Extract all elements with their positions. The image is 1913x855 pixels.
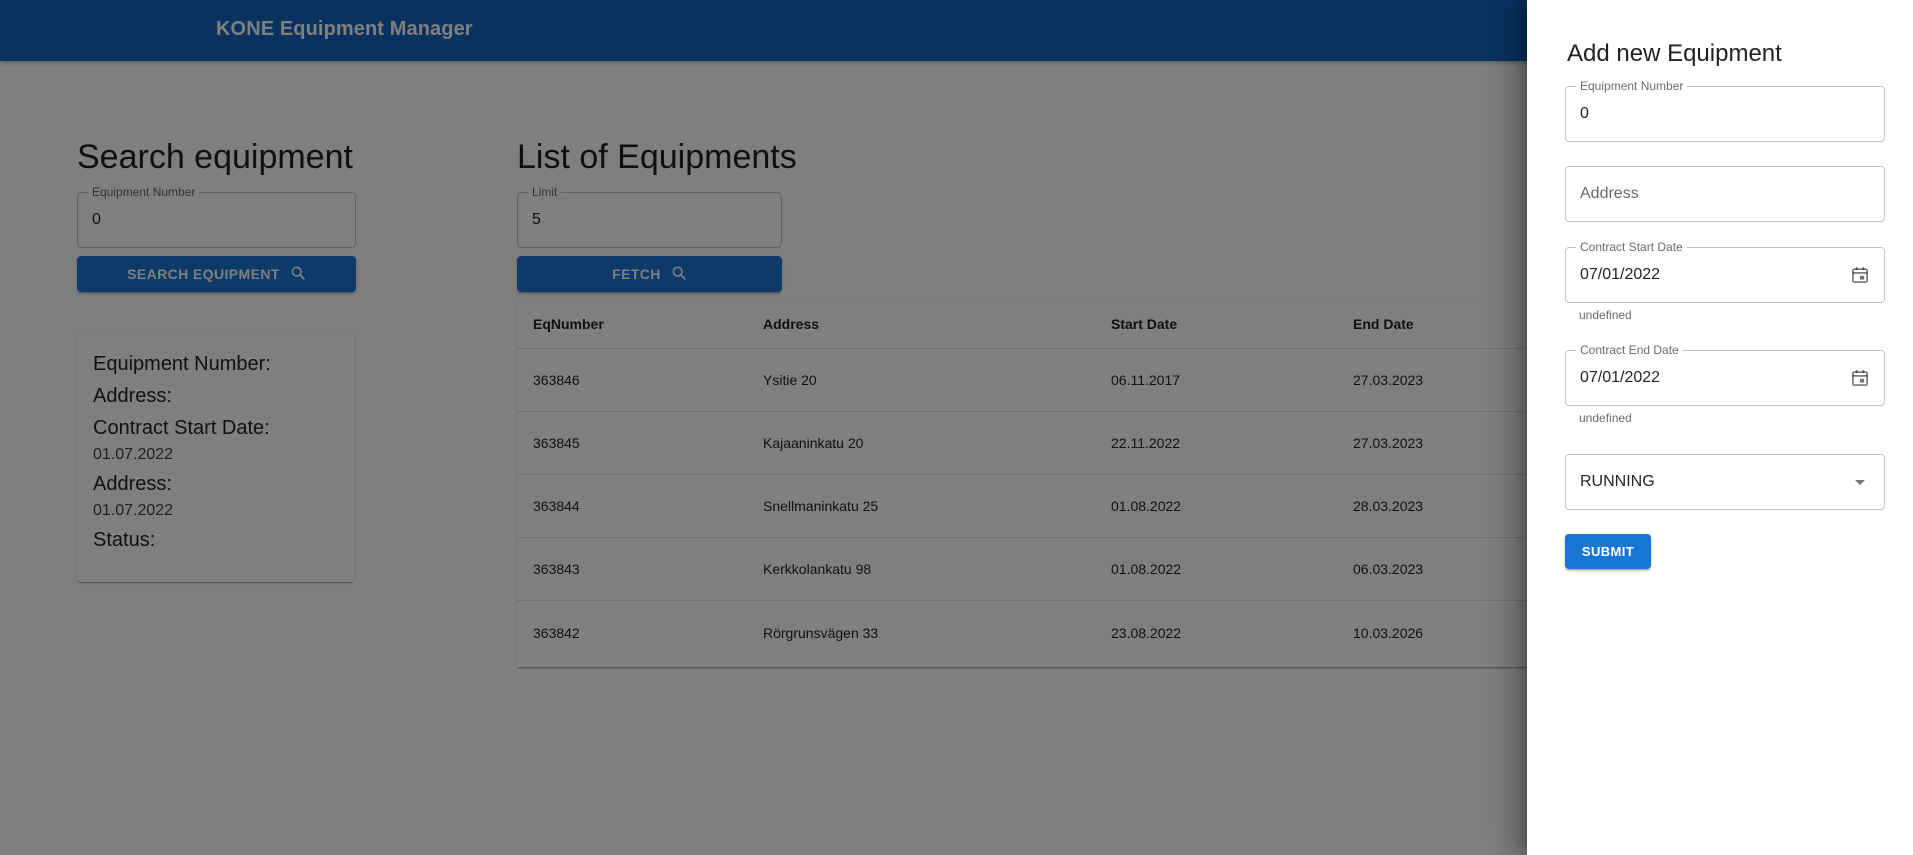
contract-start-date-label: Contract Start Date — [1576, 240, 1687, 254]
status-select[interactable]: RUNNING — [1565, 454, 1885, 510]
calendar-icon[interactable] — [1848, 263, 1872, 287]
new-equipment-number-label: Equipment Number — [1576, 79, 1688, 93]
contract-start-date-field[interactable]: Contract Start Date 07/01/2022 — [1565, 240, 1885, 303]
contract-start-date-value: 07/01/2022 — [1580, 266, 1661, 283]
new-equipment-number-field[interactable]: Equipment Number 0 — [1565, 79, 1885, 142]
chevron-down-icon — [1848, 470, 1872, 494]
contract-end-date-helper: undefined — [1579, 411, 1632, 425]
contract-end-date-field[interactable]: Contract End Date 07/01/2022 — [1565, 343, 1885, 406]
submit-button[interactable]: Submit — [1565, 534, 1651, 569]
contract-end-date-label: Contract End Date — [1576, 343, 1683, 357]
new-equipment-number-value: 0 — [1580, 105, 1589, 122]
calendar-icon[interactable] — [1848, 366, 1872, 390]
contract-end-date-value: 07/01/2022 — [1580, 369, 1661, 386]
app-root: KONE Equipment Manager Search equipment … — [0, 0, 1913, 855]
status-select-value: RUNNING — [1580, 473, 1655, 490]
add-equipment-drawer: Add new Equipment Equipment Number 0 Add… — [1527, 0, 1913, 855]
new-address-field[interactable]: Address — [1565, 166, 1885, 222]
drawer-title: Add new Equipment — [1567, 40, 1782, 67]
submit-button-label: Submit — [1581, 544, 1635, 559]
new-address-placeholder: Address — [1580, 185, 1639, 202]
contract-start-date-helper: undefined — [1579, 308, 1632, 322]
